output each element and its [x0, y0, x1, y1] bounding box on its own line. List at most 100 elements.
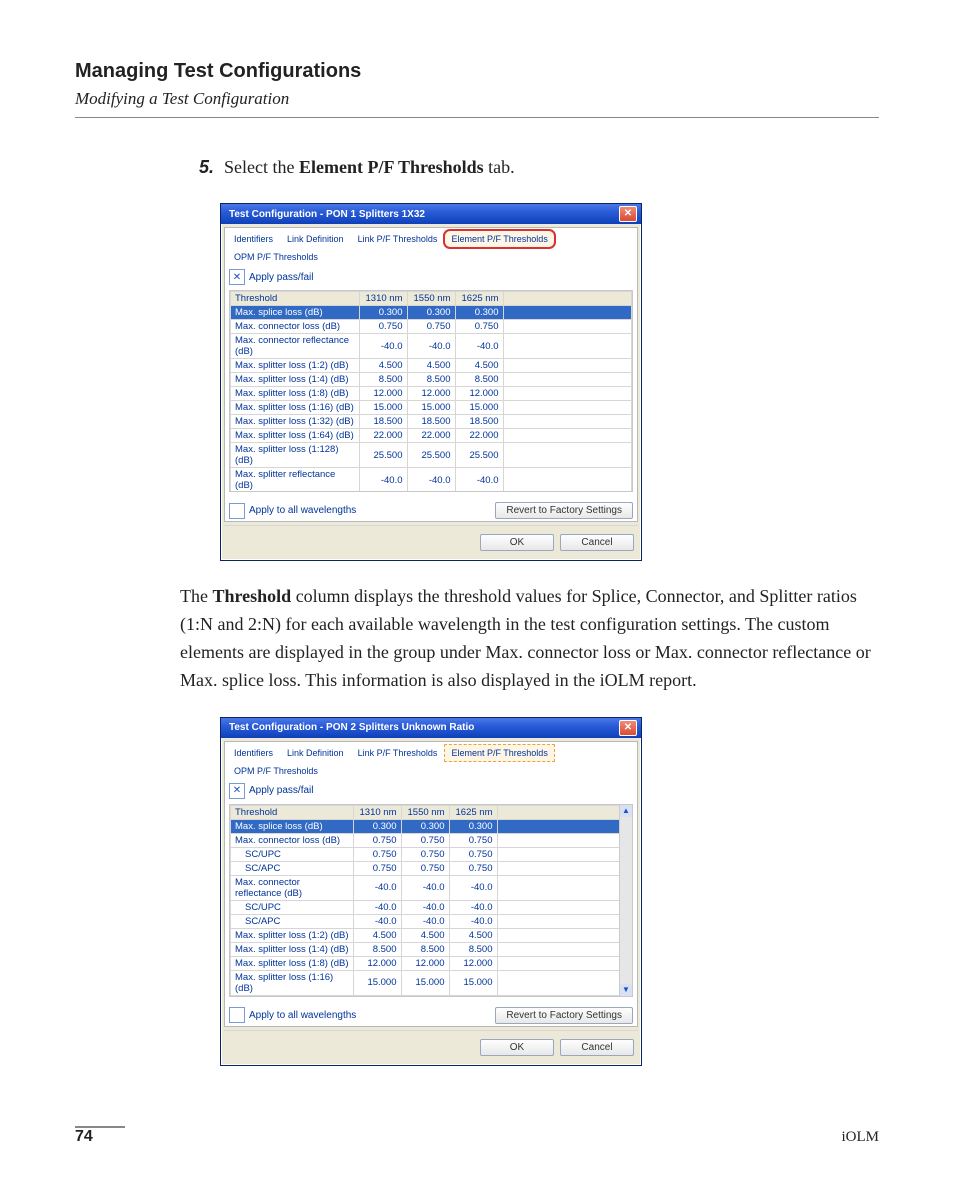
- ok-button[interactable]: OK: [480, 1039, 554, 1056]
- table-row[interactable]: Max. splice loss (dB)0.3000.3000.300: [231, 306, 632, 320]
- table-row[interactable]: SC/UPC0.7500.7500.750: [231, 847, 620, 861]
- tab-link-p-f-thresholds[interactable]: Link P/F Thresholds: [351, 744, 445, 762]
- threshold-value[interactable]: 18.500: [359, 415, 407, 429]
- threshold-value[interactable]: -40.0: [353, 900, 401, 914]
- threshold-value[interactable]: -40.0: [449, 900, 497, 914]
- apply-all-checkbox[interactable]: [229, 1007, 245, 1023]
- threshold-value[interactable]: 8.500: [401, 942, 449, 956]
- threshold-value[interactable]: 0.300: [455, 306, 503, 320]
- threshold-value[interactable]: -40.0: [401, 900, 449, 914]
- threshold-value[interactable]: 15.000: [407, 401, 455, 415]
- apply-all-checkbox[interactable]: [229, 503, 245, 519]
- threshold-value[interactable]: 4.500: [359, 359, 407, 373]
- threshold-value[interactable]: 0.300: [359, 306, 407, 320]
- tab-opm-p-f-thresholds[interactable]: OPM P/F Thresholds: [227, 248, 325, 266]
- table-row[interactable]: Max. splitter loss (1:2) (dB)4.5004.5004…: [231, 928, 620, 942]
- threshold-value[interactable]: 12.000: [407, 387, 455, 401]
- threshold-value[interactable]: -40.0: [449, 875, 497, 900]
- threshold-value[interactable]: 4.500: [353, 928, 401, 942]
- table-row[interactable]: Max. splitter loss (1:2) (dB)4.5004.5004…: [231, 359, 632, 373]
- threshold-value[interactable]: 0.750: [449, 861, 497, 875]
- threshold-value[interactable]: 25.500: [359, 443, 407, 468]
- tab-element-p-f-thresholds[interactable]: Element P/F Thresholds: [444, 230, 554, 248]
- table-row[interactable]: Max. splitter loss (1:128) (dB)25.50025.…: [231, 443, 632, 468]
- threshold-value[interactable]: 4.500: [455, 359, 503, 373]
- cancel-button[interactable]: Cancel: [560, 534, 634, 551]
- threshold-value[interactable]: 18.500: [407, 415, 455, 429]
- table-row[interactable]: Max. connector reflectance (dB)-40.0-40.…: [231, 875, 620, 900]
- threshold-value[interactable]: 0.300: [407, 306, 455, 320]
- table-row[interactable]: Max. connector loss (dB)0.7500.7500.750: [231, 320, 632, 334]
- table-row[interactable]: Max. splitter loss (1:16) (dB)15.00015.0…: [231, 970, 620, 995]
- threshold-value[interactable]: 4.500: [401, 928, 449, 942]
- threshold-value[interactable]: 8.500: [353, 942, 401, 956]
- table-row[interactable]: Max. splitter loss (1:4) (dB)8.5008.5008…: [231, 373, 632, 387]
- table-row[interactable]: Max. splitter loss (1:32) (dB)18.50018.5…: [231, 415, 632, 429]
- threshold-value[interactable]: 12.000: [401, 956, 449, 970]
- threshold-value[interactable]: 12.000: [359, 387, 407, 401]
- threshold-value[interactable]: 0.300: [449, 819, 497, 833]
- table-row[interactable]: Max. splitter loss (1:64) (dB)22.00022.0…: [231, 429, 632, 443]
- threshold-value[interactable]: 0.750: [353, 833, 401, 847]
- table-row[interactable]: Max. splitter reflectance (dB)-40.0-40.0…: [231, 468, 632, 493]
- close-icon[interactable]: ✕: [619, 206, 637, 222]
- threshold-value[interactable]: 0.750: [353, 847, 401, 861]
- tab-element-p-f-thresholds[interactable]: Element P/F Thresholds: [444, 744, 554, 762]
- table-row[interactable]: Max. splitter loss (1:16) (dB)15.00015.0…: [231, 401, 632, 415]
- threshold-value[interactable]: 25.500: [407, 443, 455, 468]
- threshold-value[interactable]: 22.000: [455, 429, 503, 443]
- threshold-value[interactable]: -40.0: [359, 334, 407, 359]
- revert-button[interactable]: Revert to Factory Settings: [495, 1007, 633, 1024]
- threshold-value[interactable]: 15.000: [359, 401, 407, 415]
- threshold-value[interactable]: 0.750: [359, 320, 407, 334]
- threshold-value[interactable]: 0.750: [401, 861, 449, 875]
- threshold-value[interactable]: -40.0: [359, 468, 407, 493]
- threshold-value[interactable]: 22.000: [359, 429, 407, 443]
- threshold-value[interactable]: -40.0: [353, 875, 401, 900]
- threshold-value[interactable]: -40.0: [401, 875, 449, 900]
- threshold-value[interactable]: 0.750: [449, 833, 497, 847]
- revert-button[interactable]: Revert to Factory Settings: [495, 502, 633, 519]
- threshold-value[interactable]: 12.000: [449, 956, 497, 970]
- table-row[interactable]: Max. splitter loss (1:8) (dB)12.00012.00…: [231, 387, 632, 401]
- threshold-value[interactable]: 15.000: [353, 970, 401, 995]
- threshold-value[interactable]: 0.750: [401, 833, 449, 847]
- threshold-value[interactable]: 15.000: [449, 970, 497, 995]
- threshold-value[interactable]: 12.000: [353, 956, 401, 970]
- threshold-value[interactable]: 0.300: [353, 819, 401, 833]
- table-row[interactable]: Max. splitter loss (1:4) (dB)8.5008.5008…: [231, 942, 620, 956]
- threshold-value[interactable]: 15.000: [455, 401, 503, 415]
- threshold-value[interactable]: -40.0: [407, 468, 455, 493]
- threshold-value[interactable]: 25.500: [455, 443, 503, 468]
- threshold-value[interactable]: 8.500: [455, 373, 503, 387]
- threshold-value[interactable]: 22.000: [407, 429, 455, 443]
- tab-link-definition[interactable]: Link Definition: [280, 744, 351, 762]
- table-row[interactable]: Max. splitter loss (1:8) (dB)12.00012.00…: [231, 956, 620, 970]
- table-row[interactable]: Max. connector reflectance (dB)-40.0-40.…: [231, 334, 632, 359]
- threshold-value[interactable]: -40.0: [449, 914, 497, 928]
- threshold-value[interactable]: 0.750: [401, 847, 449, 861]
- threshold-value[interactable]: 0.750: [353, 861, 401, 875]
- tab-identifiers[interactable]: Identifiers: [227, 230, 280, 248]
- tab-link-definition[interactable]: Link Definition: [280, 230, 351, 248]
- apply-pf-checkbox[interactable]: ✕: [229, 783, 245, 799]
- threshold-value[interactable]: 4.500: [407, 359, 455, 373]
- threshold-value[interactable]: 4.500: [449, 928, 497, 942]
- threshold-value[interactable]: -40.0: [353, 914, 401, 928]
- table-row[interactable]: SC/APC0.7500.7500.750: [231, 861, 620, 875]
- vertical-scrollbar[interactable]: ▲ ▼: [619, 805, 632, 996]
- cancel-button[interactable]: Cancel: [560, 1039, 634, 1056]
- threshold-value[interactable]: -40.0: [455, 334, 503, 359]
- scroll-down-icon[interactable]: ▼: [620, 984, 632, 996]
- tab-link-p-f-thresholds[interactable]: Link P/F Thresholds: [351, 230, 445, 248]
- threshold-value[interactable]: 0.750: [449, 847, 497, 861]
- tab-opm-p-f-thresholds[interactable]: OPM P/F Thresholds: [227, 762, 325, 780]
- table-row[interactable]: SC/UPC-40.0-40.0-40.0: [231, 900, 620, 914]
- threshold-value[interactable]: 18.500: [455, 415, 503, 429]
- table-row[interactable]: Max. connector loss (dB)0.7500.7500.750: [231, 833, 620, 847]
- threshold-value[interactable]: 12.000: [455, 387, 503, 401]
- apply-pf-checkbox[interactable]: ✕: [229, 269, 245, 285]
- threshold-value[interactable]: -40.0: [407, 334, 455, 359]
- threshold-value[interactable]: -40.0: [455, 468, 503, 493]
- threshold-value[interactable]: -40.0: [401, 914, 449, 928]
